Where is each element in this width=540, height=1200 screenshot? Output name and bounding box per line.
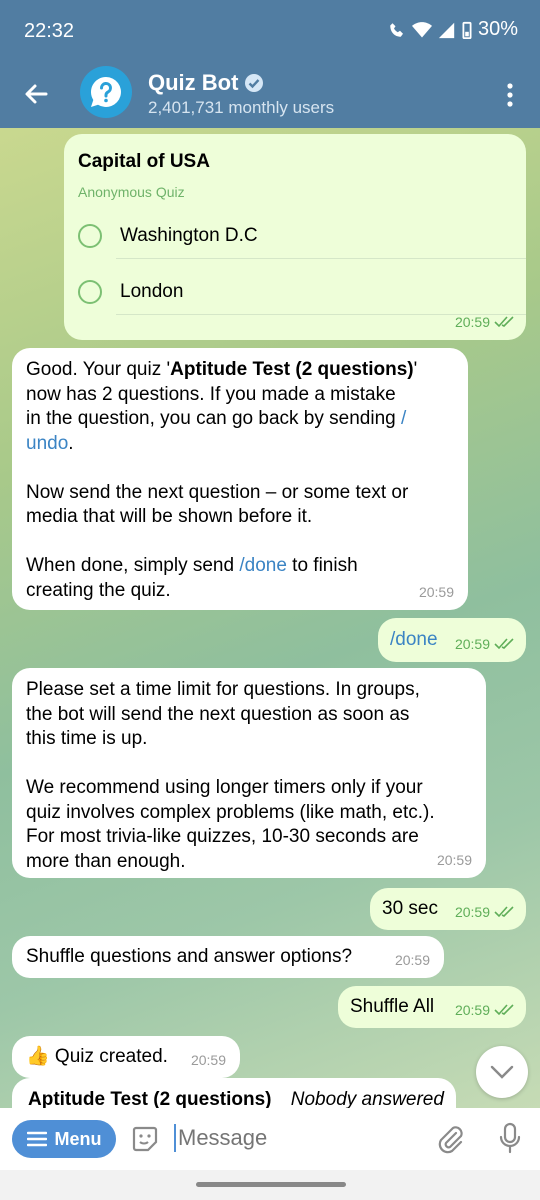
back-arrow-icon[interactable] <box>20 78 52 110</box>
home-gesture-handle[interactable] <box>196 1182 346 1187</box>
message-line: in the question, you can go back by send… <box>26 408 407 429</box>
message-time: 20:59 <box>418 583 454 600</box>
message-line: We recommend using longer timers only if… <box>26 777 423 798</box>
undo-command-link[interactable]: / <box>401 408 406 429</box>
scroll-down-button[interactable] <box>476 1046 528 1098</box>
signal-icon <box>438 22 455 38</box>
message-line: undo. <box>26 432 74 454</box>
message-line: creating the quiz. <box>26 579 171 601</box>
message-time: 20:59 <box>455 632 516 657</box>
quiz-name: Aptitude Test (2 questions) <box>170 359 414 380</box>
message-line: the bot will send the next question as s… <box>26 703 410 725</box>
message-time: 20:59 <box>394 951 430 968</box>
battery-icon <box>462 21 472 39</box>
quiz-option-1[interactable]: Washington D.C <box>78 212 258 260</box>
status-icons: 30% <box>388 18 518 41</box>
attach-icon[interactable] <box>436 1124 464 1154</box>
chevron-down-icon <box>490 1065 514 1079</box>
message-time: 20:59 <box>436 851 472 868</box>
status-time: 22:32 <box>24 20 75 42</box>
message-line: For most trivia-like quizzes, 10-30 seco… <box>26 826 419 847</box>
message-line: Now send the next question – or some tex… <box>26 481 409 503</box>
message-time: 20:59 <box>190 1051 226 1068</box>
avatar[interactable] <box>80 66 132 118</box>
user-message[interactable]: 30 sec 20:59 <box>370 888 526 930</box>
battery-level: 30% <box>477 18 518 40</box>
chat-subtitle: 2,401,731 monthly users <box>148 98 335 117</box>
message-line: When done, simply send /done to finish <box>26 555 358 576</box>
status-bar: 22:32 30% <box>0 0 540 60</box>
message-line: quiz involves complex problems (like mat… <box>26 801 435 823</box>
quiz-bot-logo-icon <box>90 76 121 107</box>
microphone-icon[interactable] <box>498 1122 522 1156</box>
double-check-icon <box>494 1004 514 1015</box>
wifi-icon <box>411 21 432 37</box>
double-check-icon <box>494 638 514 649</box>
verified-badge-icon <box>245 74 264 92</box>
system-nav-bar <box>0 1170 540 1200</box>
quiz-option-label: London <box>120 280 184 302</box>
sticker-icon[interactable] <box>130 1124 160 1154</box>
double-check-icon <box>494 906 514 917</box>
message-time: 20:59 <box>455 900 516 925</box>
message-line: Please set a time limit for questions. I… <box>26 679 420 700</box>
call-icon <box>390 22 403 37</box>
message-time: 20:59 <box>455 310 516 335</box>
message-text: Shuffle All <box>350 996 435 1017</box>
undo-command-link[interactable]: undo <box>26 433 68 454</box>
quiz-type-label: Anonymous Quiz <box>78 184 185 200</box>
quiz-option-label: Washington D.C <box>120 224 258 246</box>
message-line: this time is up. <box>26 728 148 749</box>
message-composer: Menu <box>0 1108 540 1170</box>
message-input[interactable] <box>174 1124 420 1152</box>
hamburger-menu-icon <box>26 1131 47 1147</box>
message-line: Good. Your quiz 'Aptitude Test (2 questi… <box>26 359 418 380</box>
message-time: 20:59 <box>455 998 516 1023</box>
message-line: media that will be shown before it. <box>26 506 313 527</box>
radio-circle-icon <box>78 280 102 304</box>
more-options-icon[interactable] <box>500 80 520 110</box>
chat-header: Quiz Bot 2,401,731 monthly users <box>0 60 540 128</box>
bot-message[interactable]: Good. Your quiz 'Aptitude Test (2 questi… <box>12 348 468 610</box>
chat-title[interactable]: Quiz Bot <box>148 70 264 96</box>
menu-button-label: Menu <box>54 1128 102 1149</box>
quiz-summary-note: Nobody answered <box>290 1089 444 1108</box>
message-line: more than enough. <box>26 850 186 872</box>
message-line: now has 2 questions. If you made a mista… <box>26 383 396 405</box>
user-message[interactable]: /done 20:59 <box>378 618 526 662</box>
done-command-link[interactable]: /done <box>239 555 287 576</box>
bot-message[interactable]: 👍 Quiz created. 20:59 <box>12 1036 240 1078</box>
bot-menu-button[interactable]: Menu <box>12 1120 116 1158</box>
message-text: /done <box>390 629 438 650</box>
message-text: 30 sec <box>382 898 438 919</box>
message-text: Shuffle questions and answer options? <box>26 946 353 967</box>
quiz-summary-message[interactable]: Aptitude Test (2 questions) Nobody answe… <box>12 1078 456 1108</box>
user-message[interactable]: Shuffle All 20:59 <box>338 986 526 1028</box>
option-divider <box>116 258 526 259</box>
double-check-icon <box>494 316 514 327</box>
quiz-summary-title: Aptitude Test (2 questions) <box>28 1089 272 1108</box>
bot-message[interactable]: Shuffle questions and answer options? 20… <box>12 936 444 978</box>
bot-message[interactable]: Please set a time limit for questions. I… <box>12 668 486 878</box>
quiz-question: Capital of USA <box>78 151 210 172</box>
quiz-poll-message[interactable]: Capital of USA Anonymous Quiz Washington… <box>64 134 526 340</box>
radio-circle-icon <box>78 224 102 248</box>
message-text: 👍 Quiz created. <box>26 1046 168 1067</box>
bot-name: Quiz Bot <box>148 70 239 95</box>
quiz-option-2[interactable]: London <box>78 268 183 316</box>
chat-area[interactable]: Capital of USA Anonymous Quiz Washington… <box>0 128 540 1108</box>
